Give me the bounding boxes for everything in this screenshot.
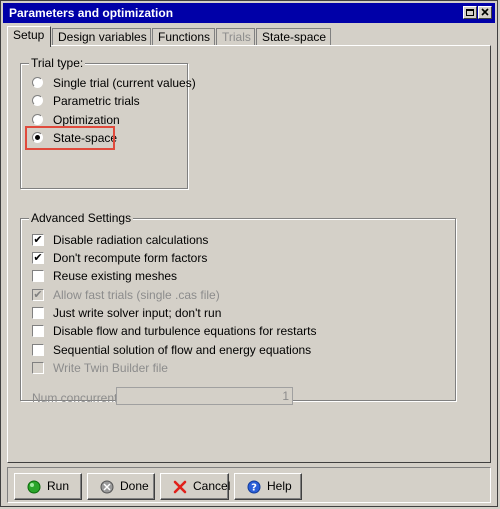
help-button[interactable]: ? Help [234,473,302,500]
title-bar: Parameters and optimization [3,3,495,23]
checkbox: ✔ [32,289,44,301]
maximize-button[interactable] [463,6,477,19]
checkbox-label: Allow fast trials (single .cas file) [53,288,220,302]
tab-design-variables[interactable]: Design variables [52,28,151,46]
advanced-settings-group: Advanced Settings ✔ Disable radiation ca… [20,211,456,405]
done-icon [100,480,114,494]
radio-button[interactable] [32,114,43,125]
checkbox[interactable] [32,325,44,337]
setup-panel: Trial type: Single trial (current values… [7,45,491,463]
checkbox[interactable] [32,307,44,319]
radio-label: Single trial (current values) [53,76,196,90]
close-icon [481,8,489,16]
button-label: Run [47,479,70,493]
tab-label: Trials [222,30,251,44]
help-icon: ? [247,480,261,494]
window-title: Parameters and optimization [9,6,174,20]
button-label: Cancel [193,479,231,493]
run-button[interactable]: Run [14,473,82,500]
trial-type-group: Trial type: Single trial (current values… [20,56,196,189]
radio-button[interactable] [32,95,43,106]
tab-trials: Trials [216,28,255,46]
tab-state-space[interactable]: State-space [256,28,331,46]
parameters-dialog: Parameters and optimization Setup Design… [0,0,498,507]
radio-button[interactable] [32,77,43,88]
checkbox[interactable]: ✔ [32,252,44,264]
tab-label: State-space [262,30,327,44]
advanced-settings-legend: Advanced Settings [29,211,134,225]
checkbox-label: Disable flow and turbulence equations fo… [53,324,317,338]
tab-functions[interactable]: Functions [152,28,215,46]
checkbox-label: Just write solver input; don't run [53,306,222,320]
checkbox-label: Don't recompute form factors [53,251,208,265]
checkbox-label: Reuse existing meshes [53,269,178,283]
trial-type-legend: Trial type: [29,56,86,70]
checkbox[interactable]: ✔ [32,234,44,246]
num-concurrent-label: Num concurrent [32,391,118,405]
close-button[interactable] [478,6,492,19]
checkbox[interactable] [32,270,44,282]
checkbox [32,362,44,374]
svg-text:?: ? [251,483,257,494]
checkbox-label: Write Twin Builder file [53,361,168,375]
tab-label: Setup [13,28,45,42]
button-bar: Run Done Cancel ? Help [7,467,491,503]
checkbox[interactable] [32,344,44,356]
done-button[interactable]: Done [87,473,155,500]
run-icon [27,480,41,494]
cancel-icon [173,480,187,494]
checkbox-label: Sequential solution of flow and energy e… [53,343,312,357]
button-label: Done [120,479,149,493]
cancel-button[interactable]: Cancel [160,473,231,500]
checkbox-label: Disable radiation calculations [53,233,209,247]
maximize-icon [466,9,474,16]
tab-label: Functions [158,30,211,44]
button-label: Help [267,479,292,493]
selection-highlight-box [25,126,115,150]
radio-label: Parametric trials [53,94,140,108]
num-concurrent-input: 1 [116,387,293,405]
tab-setup[interactable]: Setup [7,26,51,47]
tab-label: Design variables [58,30,147,44]
